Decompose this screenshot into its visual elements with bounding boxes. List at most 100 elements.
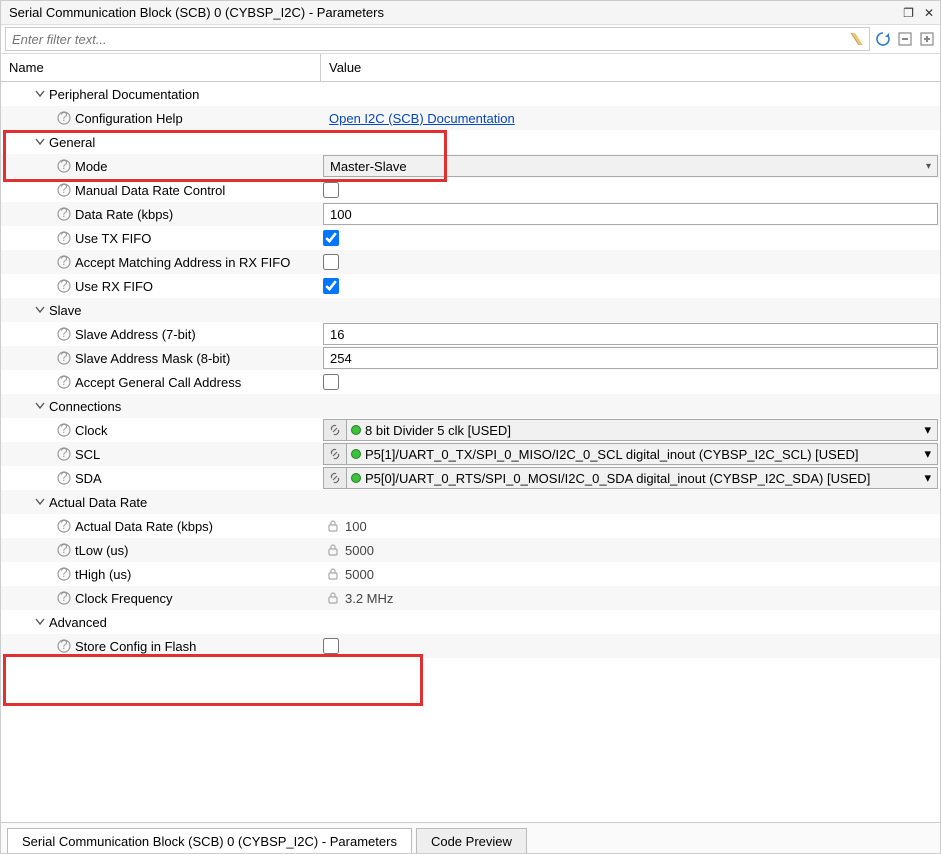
param-slave-addr: ? Slave Address (7-bit): [1, 322, 940, 346]
data-rate-input[interactable]: [323, 203, 938, 225]
section-docs[interactable]: Peripheral Documentation: [1, 82, 940, 106]
accept-match-checkbox[interactable]: [323, 254, 339, 270]
tab-parameters[interactable]: Serial Communication Block (SCB) 0 (CYBS…: [7, 828, 412, 853]
section-label: Actual Data Rate: [49, 495, 147, 510]
bottom-tabs: Serial Communication Block (SCB) 0 (CYBS…: [1, 823, 940, 853]
lock-icon: [327, 568, 339, 580]
help-icon[interactable]: ?: [57, 471, 71, 485]
param-label: Configuration Help: [75, 111, 183, 126]
param-clock: ? Clock 8 bit Divider 5 clk [USED] ▾: [1, 418, 940, 442]
clear-filter-icon[interactable]: [849, 31, 865, 47]
chevron-down-icon: ▾: [924, 470, 931, 486]
section-general[interactable]: General: [1, 130, 940, 154]
svg-text:?: ?: [60, 471, 67, 484]
help-icon[interactable]: ?: [57, 639, 71, 653]
help-icon[interactable]: ?: [57, 591, 71, 605]
param-label: Store Config in Flash: [75, 639, 196, 654]
param-label: tHigh (us): [75, 567, 131, 582]
help-icon[interactable]: ?: [57, 423, 71, 437]
doc-link[interactable]: Open I2C (SCB) Documentation: [323, 111, 515, 126]
status-dot-icon: [351, 473, 361, 483]
param-use-tx-fifo: ? Use TX FIFO: [1, 226, 940, 250]
mode-select[interactable]: Master-Slave ▾: [323, 155, 938, 177]
tab-code-preview[interactable]: Code Preview: [416, 828, 527, 853]
param-label: Slave Address Mask (8-bit): [75, 351, 230, 366]
refresh-icon[interactable]: [874, 30, 892, 48]
expand-all-icon[interactable]: [918, 30, 936, 48]
toolbar: [1, 25, 940, 54]
help-icon[interactable]: ?: [57, 519, 71, 533]
param-label: Actual Data Rate (kbps): [75, 519, 213, 534]
section-actual[interactable]: Actual Data Rate: [1, 490, 940, 514]
slave-addr-input[interactable]: [323, 323, 938, 345]
close-icon[interactable]: ✕: [924, 6, 934, 20]
help-icon[interactable]: ?: [57, 327, 71, 341]
store-flash-checkbox[interactable]: [323, 638, 339, 654]
param-manual-rate: ? Manual Data Rate Control: [1, 178, 940, 202]
svg-text:?: ?: [60, 591, 67, 604]
use-rx-fifo-checkbox[interactable]: [323, 278, 339, 294]
link-icon[interactable]: [323, 419, 347, 441]
help-icon[interactable]: ?: [57, 207, 71, 221]
section-slave[interactable]: Slave: [1, 298, 940, 322]
help-icon[interactable]: ?: [57, 447, 71, 461]
clock-select[interactable]: 8 bit Divider 5 clk [USED] ▾: [347, 419, 938, 441]
help-icon[interactable]: ?: [57, 111, 71, 125]
chevron-down-icon[interactable]: [33, 399, 47, 413]
param-label: tLow (us): [75, 543, 128, 558]
param-general-call: ? Accept General Call Address: [1, 370, 940, 394]
help-icon[interactable]: ?: [57, 255, 71, 269]
param-mode: ? Mode Master-Slave ▾: [1, 154, 940, 178]
section-label: Slave: [49, 303, 82, 318]
section-connections[interactable]: Connections: [1, 394, 940, 418]
svg-text:?: ?: [60, 255, 67, 268]
scl-select[interactable]: P5[1]/UART_0_TX/SPI_0_MISO/I2C_0_SCL dig…: [347, 443, 938, 465]
chevron-down-icon[interactable]: [33, 615, 47, 629]
readonly-value: 3.2 MHz: [345, 591, 393, 606]
link-icon[interactable]: [323, 467, 347, 489]
chevron-down-icon[interactable]: [33, 135, 47, 149]
help-icon[interactable]: ?: [57, 159, 71, 173]
help-icon[interactable]: ?: [57, 183, 71, 197]
chevron-down-icon[interactable]: [33, 303, 47, 317]
sda-select[interactable]: P5[0]/UART_0_RTS/SPI_0_MOSI/I2C_0_SDA di…: [347, 467, 938, 489]
collapse-all-icon[interactable]: [896, 30, 914, 48]
help-icon[interactable]: ?: [57, 543, 71, 557]
restore-icon[interactable]: ❐: [903, 6, 914, 20]
filter-input[interactable]: [12, 32, 849, 47]
parameters-tree: Peripheral Documentation ? Configuration…: [1, 82, 940, 823]
link-icon[interactable]: [323, 443, 347, 465]
col-value-header[interactable]: Value: [321, 54, 940, 81]
param-label: Mode: [75, 159, 108, 174]
chevron-down-icon[interactable]: [33, 495, 47, 509]
svg-text:?: ?: [60, 567, 67, 580]
svg-text:?: ?: [60, 639, 67, 652]
use-tx-fifo-checkbox[interactable]: [323, 230, 339, 246]
col-name-header[interactable]: Name: [1, 54, 321, 81]
general-call-checkbox[interactable]: [323, 374, 339, 390]
help-icon[interactable]: ?: [57, 375, 71, 389]
svg-text:?: ?: [60, 111, 67, 124]
help-icon[interactable]: ?: [57, 279, 71, 293]
help-icon[interactable]: ?: [57, 351, 71, 365]
param-clkfrq: ? Clock Frequency 3.2 MHz: [1, 586, 940, 610]
param-slave-mask: ? Slave Address Mask (8-bit): [1, 346, 940, 370]
help-icon[interactable]: ?: [57, 231, 71, 245]
svg-text:?: ?: [60, 543, 67, 556]
section-label: Connections: [49, 399, 121, 414]
chevron-down-icon[interactable]: [33, 87, 47, 101]
section-label: General: [49, 135, 95, 150]
param-label: Accept General Call Address: [75, 375, 241, 390]
param-label: SCL: [75, 447, 100, 462]
help-icon[interactable]: ?: [57, 567, 71, 581]
slave-mask-input[interactable]: [323, 347, 938, 369]
param-thigh: ? tHigh (us) 5000: [1, 562, 940, 586]
manual-rate-checkbox[interactable]: [323, 182, 339, 198]
section-advanced[interactable]: Advanced: [1, 610, 940, 634]
param-label: Slave Address (7-bit): [75, 327, 196, 342]
svg-text:?: ?: [60, 183, 67, 196]
highlight-advanced: [3, 654, 423, 706]
section-label: Advanced: [49, 615, 107, 630]
param-scl: ? SCL P5[1]/UART_0_TX/SPI_0_MISO/I2C_0_S…: [1, 442, 940, 466]
readonly-value: 5000: [345, 543, 374, 558]
